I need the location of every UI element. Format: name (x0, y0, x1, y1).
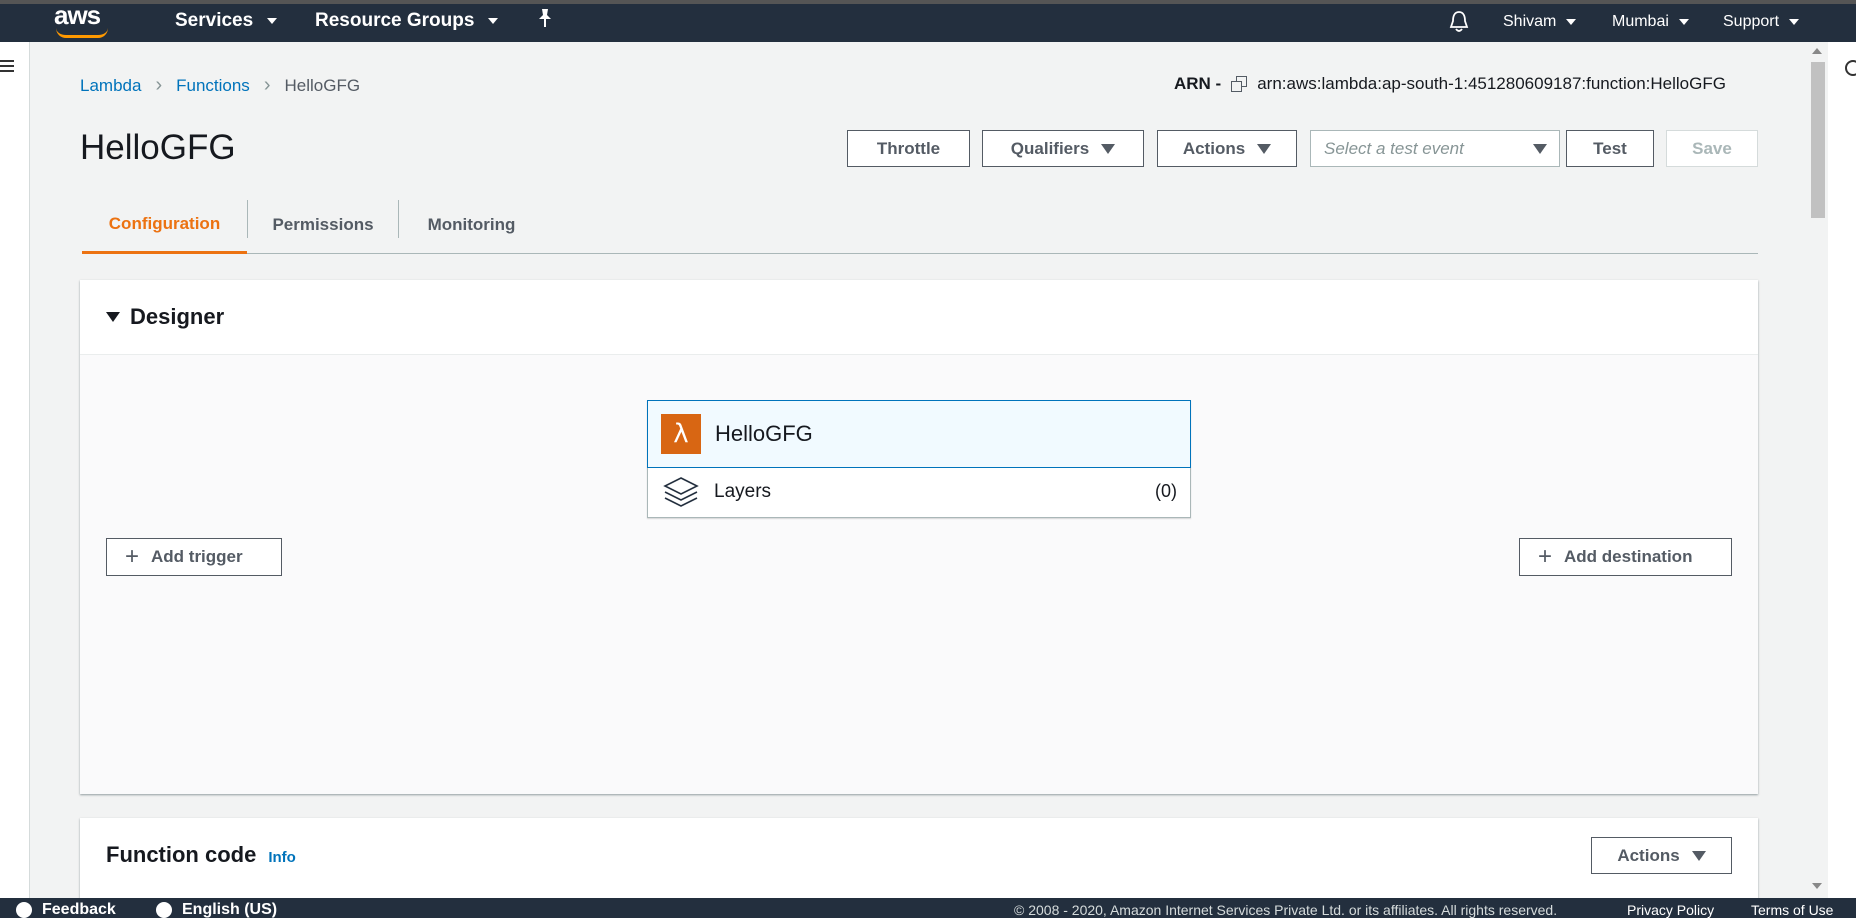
info-link[interactable]: Info (268, 849, 296, 866)
throttle-button[interactable]: Throttle (847, 130, 970, 167)
tab-permissions[interactable]: Permissions (248, 196, 398, 254)
page-title: HelloGFG (80, 128, 236, 167)
top-nav-bar: aws Services Resource Groups Shivam Mumb… (0, 0, 1856, 42)
feedback-link[interactable]: Feedback (16, 901, 116, 918)
qualifiers-button[interactable]: Qualifiers (982, 130, 1144, 167)
chevron-down-icon (1789, 19, 1800, 25)
services-label: Services (175, 10, 254, 31)
lambda-icon: λ (661, 414, 701, 454)
function-card-name: HelloGFG (715, 421, 813, 446)
function-code-header: Function code Info (106, 842, 296, 868)
add-destination-button[interactable]: + Add destination (1519, 538, 1732, 576)
scrollbar-thumb[interactable] (1811, 62, 1825, 218)
region-name: Mumbai (1612, 13, 1669, 30)
support-label: Support (1723, 13, 1780, 30)
pin-icon[interactable] (537, 8, 553, 28)
layers-row[interactable]: Layers (0) (648, 467, 1190, 517)
feedback-label: Feedback (42, 901, 116, 918)
add-destination-label: Add destination (1564, 547, 1693, 566)
actions-label: Actions (1182, 138, 1246, 158)
services-menu[interactable]: Services (175, 7, 278, 35)
region-menu[interactable]: Mumbai (1612, 10, 1689, 34)
resource-groups-label: Resource Groups (315, 10, 475, 31)
globe-icon (156, 902, 172, 918)
copyright-text: © 2008 - 2020, Amazon Internet Services … (1014, 902, 1558, 918)
arn-label: ARN - (1174, 74, 1222, 93)
add-trigger-button[interactable]: + Add trigger (106, 538, 282, 576)
tab-monitoring[interactable]: Monitoring (399, 196, 544, 254)
layers-label: Layers (714, 481, 772, 502)
tab-bar: Configuration Permissions Monitoring (82, 196, 1758, 254)
code-actions-button[interactable]: Actions (1591, 837, 1732, 874)
layers-count: (0) (1155, 481, 1177, 501)
chevron-right-icon: › (263, 74, 271, 96)
breadcrumb-functions[interactable]: Functions (176, 76, 250, 96)
breadcrumb-lambda[interactable]: Lambda (80, 76, 141, 96)
aws-logo-smile (56, 28, 108, 38)
breadcrumb-current: HelloGFG (284, 75, 361, 95)
breadcrumb: Lambda › Functions › HelloGFG (80, 74, 360, 97)
code-actions-label: Actions (1617, 845, 1680, 865)
support-menu[interactable]: Support (1723, 10, 1800, 34)
add-trigger-label: Add trigger (151, 547, 243, 566)
test-event-select[interactable]: Select a test event (1310, 130, 1560, 167)
arn-value: arn:aws:lambda:ap-south-1:451280609187:f… (1257, 74, 1726, 93)
terms-of-use-link[interactable]: Terms of Use (1751, 902, 1833, 918)
tab-configuration[interactable]: Configuration (82, 196, 247, 254)
throttle-label: Throttle (876, 138, 941, 158)
test-button[interactable]: Test (1566, 130, 1654, 167)
designer-header[interactable]: Designer (80, 280, 1758, 355)
function-code-panel: Function code Info Actions (80, 818, 1758, 898)
function-arn: ARN - arn:aws:lambda:ap-south-1:45128060… (1174, 74, 1726, 94)
aws-logo[interactable]: aws (54, 0, 101, 31)
caret-down-icon (1257, 143, 1272, 154)
user-name: Shivam (1503, 13, 1557, 30)
caret-down-icon (1533, 144, 1547, 154)
feedback-icon (16, 902, 32, 918)
function-card-header[interactable]: λ HelloGFG (647, 400, 1191, 468)
resource-groups-menu[interactable]: Resource Groups (315, 7, 499, 35)
language-label: English (US) (182, 901, 278, 918)
left-rail (0, 42, 30, 898)
test-event-placeholder: Select a test event (1324, 138, 1464, 158)
menu-icon[interactable] (0, 60, 14, 72)
chevron-down-icon (488, 18, 499, 24)
designer-panel: Designer λ HelloGFG Layers (0) + Add tri… (80, 280, 1758, 794)
save-label: Save (1692, 138, 1732, 158)
scroll-down-arrow[interactable] (1812, 883, 1822, 889)
chevron-down-icon (1678, 19, 1689, 25)
function-code-title: Function code (106, 842, 257, 867)
copy-icon[interactable] (1231, 76, 1248, 92)
language-selector[interactable]: English (US) (156, 901, 277, 918)
plus-icon: + (125, 543, 140, 570)
test-label: Test (1593, 138, 1627, 158)
bell-icon[interactable] (1448, 10, 1470, 34)
caret-down-icon (1101, 143, 1116, 154)
user-menu[interactable]: Shivam (1503, 10, 1577, 34)
chevron-down-icon (267, 18, 278, 24)
caret-down-icon (1691, 850, 1706, 861)
actions-button[interactable]: Actions (1157, 130, 1297, 167)
designer-canvas: λ HelloGFG Layers (0) + Add trigger + Ad… (80, 355, 1758, 794)
privacy-policy-link[interactable]: Privacy Policy (1627, 902, 1714, 918)
chevron-down-icon (1566, 19, 1577, 25)
chevron-right-icon: › (155, 74, 163, 96)
footer-bar: Feedback English (US) © 2008 - 2020, Ama… (0, 898, 1856, 918)
layers-icon (663, 477, 699, 507)
designer-title: Designer (130, 304, 225, 329)
qualifiers-label: Qualifiers (1010, 138, 1090, 158)
function-card[interactable]: λ HelloGFG Layers (0) (647, 400, 1191, 518)
scroll-up-arrow[interactable] (1812, 48, 1822, 54)
plus-icon: + (1538, 543, 1553, 570)
save-button[interactable]: Save (1666, 130, 1758, 167)
expand-triangle-icon (106, 312, 120, 322)
right-rail (1828, 42, 1856, 898)
info-panel-icon[interactable] (1845, 60, 1856, 76)
